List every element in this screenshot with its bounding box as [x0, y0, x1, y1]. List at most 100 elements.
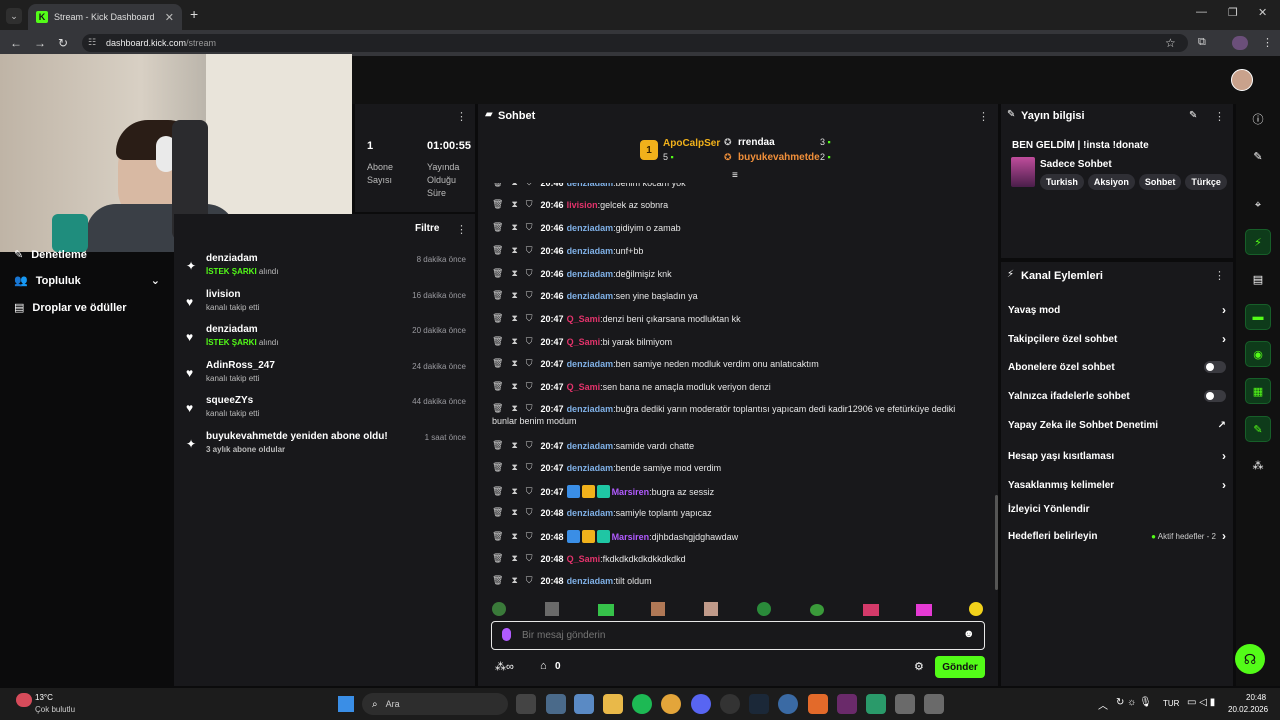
- ban-icon[interactable]: ⛉: [526, 381, 533, 392]
- activity-user[interactable]: denziadam: [206, 324, 258, 335]
- ban-icon[interactable]: ⛉: [526, 245, 533, 256]
- emote-icon[interactable]: [969, 602, 983, 616]
- message-username[interactable]: denziadam: [567, 269, 614, 279]
- trash-icon[interactable]: 🗑: [492, 553, 503, 564]
- points-icon[interactable]: ⁂∞: [495, 660, 514, 673]
- forward-icon[interactable]: →: [34, 36, 46, 50]
- message-username[interactable]: livision: [567, 200, 598, 210]
- settings-app-icon[interactable]: [546, 694, 566, 714]
- trash-icon[interactable]: 🗑: [492, 358, 503, 369]
- message-username[interactable]: Marsiren: [612, 532, 650, 542]
- tag[interactable]: Sohbet: [1138, 174, 1182, 190]
- timeout-icon[interactable]: ⧗: [511, 507, 517, 518]
- info-icon[interactable]: ⓘ: [1245, 106, 1271, 132]
- message-username[interactable]: Q_Sami: [567, 337, 601, 347]
- ban-icon[interactable]: ⛉: [526, 358, 533, 369]
- app-icon[interactable]: [808, 694, 828, 714]
- minimize-icon[interactable]: —: [1196, 6, 1207, 18]
- app-icon[interactable]: [866, 694, 886, 714]
- message-username[interactable]: Q_Sami: [567, 314, 601, 324]
- clock-time[interactable]: 20:48: [1246, 693, 1266, 702]
- message-username[interactable]: denziadam: [567, 404, 614, 414]
- message-username[interactable]: denziadam: [567, 441, 614, 451]
- broadcast-icon[interactable]: ◉: [1245, 341, 1271, 367]
- trash-icon[interactable]: 🗑: [492, 462, 503, 473]
- chat-settings-icon[interactable]: ⚙: [914, 660, 924, 673]
- timeout-icon[interactable]: ⧗: [511, 336, 517, 347]
- ban-icon[interactable]: ⛉: [526, 403, 533, 414]
- action-followers-only[interactable]: Takipçilere özel sohbet ›: [1008, 332, 1226, 346]
- trash-icon[interactable]: 🗑: [492, 381, 503, 392]
- trash-icon[interactable]: 🗑: [492, 486, 503, 497]
- trash-icon[interactable]: 🗑: [492, 440, 503, 451]
- emote-icon[interactable]: [651, 602, 665, 616]
- maximize-icon[interactable]: ❐: [1228, 6, 1238, 19]
- user-avatar[interactable]: [1231, 69, 1253, 91]
- weather-icon[interactable]: [16, 693, 32, 707]
- trash-icon[interactable]: 🗑: [492, 507, 503, 518]
- message-username[interactable]: denziadam: [567, 508, 614, 518]
- action-banned-words[interactable]: Yasaklanmış kelimeler ›: [1008, 478, 1226, 492]
- ban-icon[interactable]: ⛉: [526, 575, 533, 586]
- message-username[interactable]: Q_Sami: [567, 554, 601, 564]
- ban-icon[interactable]: ⛉: [526, 553, 533, 564]
- site-info-icon[interactable]: ☷: [88, 37, 96, 48]
- actions-menu-icon[interactable]: ⋮: [1214, 269, 1225, 282]
- chat-menu-icon[interactable]: ⋮: [978, 110, 989, 123]
- message-username[interactable]: denziadam: [567, 359, 614, 369]
- task-view-icon[interactable]: [516, 694, 536, 714]
- network-volume-icons[interactable]: ▭ ◁ ▮: [1187, 697, 1215, 708]
- browser-tab[interactable]: K Stream - Kick Dashboard ✕: [28, 4, 182, 30]
- activity-user[interactable]: buyukevahmetde yeniden abone oldu!: [206, 431, 388, 442]
- sidebar-item-moderation[interactable]: ✎ Denetleme: [14, 248, 87, 262]
- trash-icon[interactable]: 🗑: [492, 199, 503, 210]
- emote-icon[interactable]: [598, 604, 614, 616]
- trash-icon[interactable]: 🗑: [492, 222, 503, 233]
- emote-icon[interactable]: [545, 602, 559, 616]
- trash-icon[interactable]: 🗑: [492, 531, 503, 542]
- layout-icon[interactable]: ▦: [1245, 378, 1271, 404]
- ban-icon[interactable]: ⛉: [526, 531, 533, 542]
- app-icon[interactable]: [895, 694, 915, 714]
- emote-icon[interactable]: [704, 602, 718, 616]
- activity-user[interactable]: livision: [206, 289, 240, 300]
- timeout-icon[interactable]: ⧗: [511, 531, 517, 542]
- trash-icon[interactable]: 🗑: [492, 313, 503, 324]
- trash-icon[interactable]: 🗑: [492, 575, 503, 586]
- emote-icon[interactable]: [757, 602, 771, 616]
- tray-overflow-icon[interactable]: ︿: [1098, 697, 1108, 712]
- emote-icon[interactable]: [863, 604, 879, 616]
- support-icon[interactable]: ☊: [1235, 644, 1265, 674]
- top-gifter-name[interactable]: ApoCalpSer: [663, 138, 720, 149]
- extensions-icon[interactable]: ⧉: [1198, 36, 1206, 49]
- chrome-icon[interactable]: [661, 694, 681, 714]
- ban-icon[interactable]: ⛉: [526, 290, 533, 301]
- tray-icons[interactable]: ↻ ☼ 🎙: [1116, 697, 1152, 708]
- message-username[interactable]: Q_Sami: [567, 382, 601, 392]
- ban-icon[interactable]: ⛉: [526, 486, 533, 497]
- sidebar-item-community[interactable]: 👥 Topluluk ⌄: [14, 274, 160, 288]
- timeout-icon[interactable]: ⧗: [511, 440, 517, 451]
- app-icon[interactable]: [837, 694, 857, 714]
- timeout-icon[interactable]: ⧗: [511, 199, 517, 210]
- lightning-icon[interactable]: ⚡: [1245, 229, 1271, 255]
- emote-icon[interactable]: [810, 604, 824, 616]
- trash-icon[interactable]: 🗑: [492, 403, 503, 414]
- obs-icon[interactable]: [720, 694, 740, 714]
- store-icon[interactable]: ⌂: [540, 660, 547, 672]
- close-window-icon[interactable]: ✕: [1258, 6, 1267, 19]
- subscribers-only-toggle[interactable]: [1204, 361, 1226, 373]
- action-account-age[interactable]: Hesap yaşı kısıtlaması ›: [1008, 449, 1226, 463]
- discord-icon[interactable]: [691, 694, 711, 714]
- photos-app-icon[interactable]: [574, 694, 594, 714]
- timeout-icon[interactable]: ⧗: [511, 290, 517, 301]
- ban-icon[interactable]: ⛉: [526, 462, 533, 473]
- pencil-icon[interactable]: ✎: [1245, 143, 1271, 169]
- message-username[interactable]: denziadam: [567, 246, 614, 256]
- taskbar-search[interactable]: ⌕ Ara: [362, 693, 508, 715]
- chat-icon[interactable]: ▬: [1245, 304, 1271, 330]
- activity-user[interactable]: squeeZYs: [206, 395, 253, 406]
- ban-icon[interactable]: ⛉: [526, 336, 533, 347]
- ban-icon[interactable]: ⛉: [526, 222, 533, 233]
- timeout-icon[interactable]: ⧗: [511, 245, 517, 256]
